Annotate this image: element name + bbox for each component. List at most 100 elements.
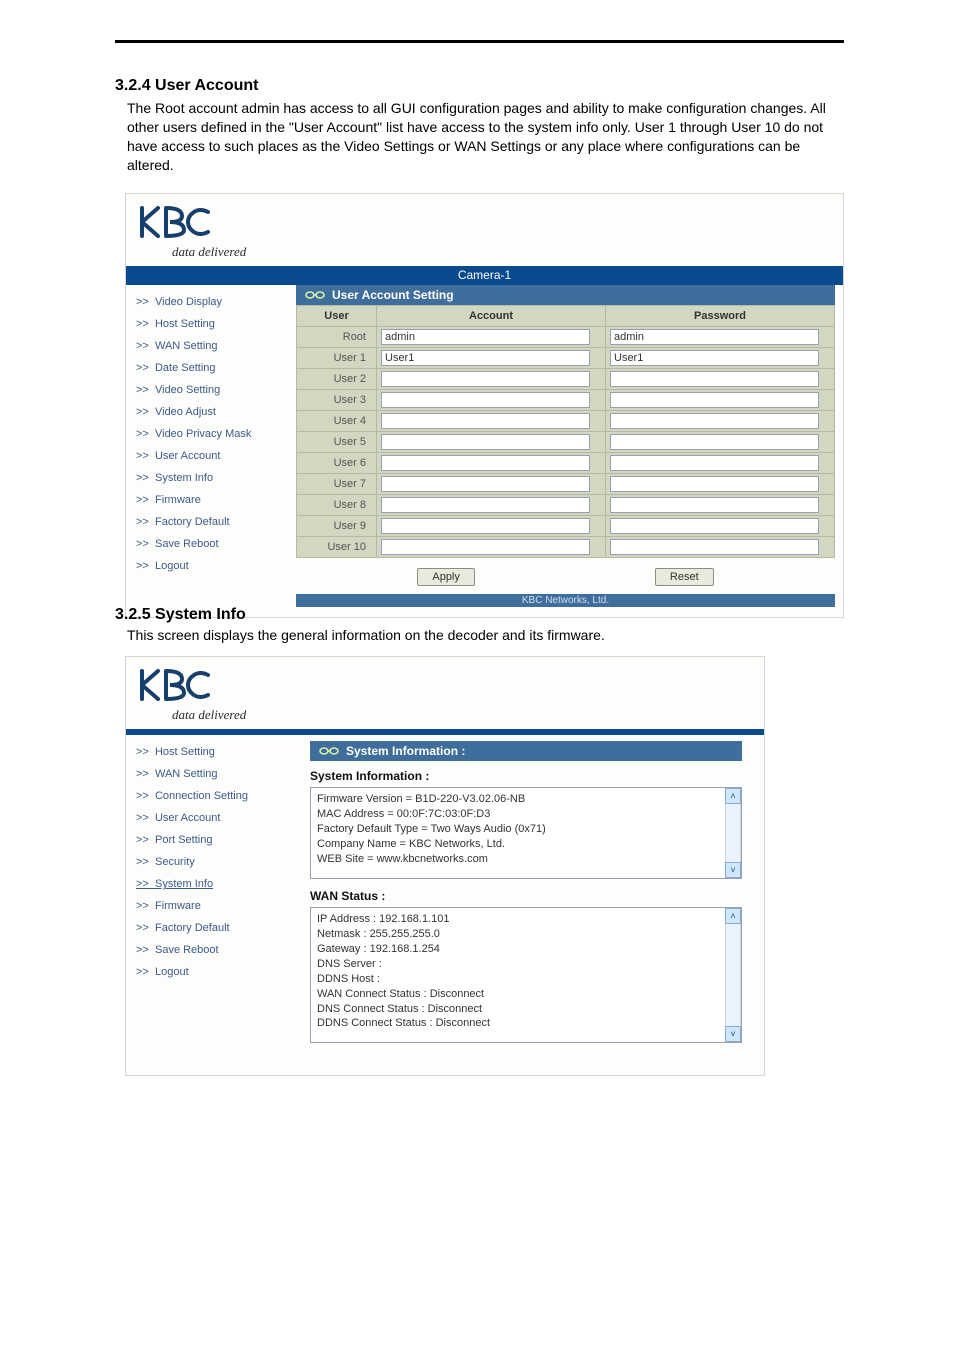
sidebar-item-factory-default[interactable]: >> Factory Default bbox=[126, 917, 296, 939]
brand-logo-area-2: data delivered bbox=[126, 657, 764, 729]
sidebar-item-user-account[interactable]: >> User Account bbox=[126, 807, 296, 829]
sysinfo-subhead: System Information : bbox=[310, 769, 742, 783]
account-cell bbox=[377, 536, 606, 557]
sidebar-item-label: Video Display bbox=[155, 296, 222, 308]
password-input[interactable] bbox=[610, 455, 819, 471]
scroll-up-icon[interactable]: ˄ bbox=[725, 908, 741, 924]
password-input[interactable] bbox=[610, 413, 819, 429]
scroll-track[interactable] bbox=[725, 804, 741, 862]
sidebar-item-label: Firmware bbox=[155, 494, 201, 506]
brand-tagline: data delivered bbox=[136, 705, 754, 729]
scroll-down-icon[interactable]: ˅ bbox=[725, 862, 741, 878]
sidebar-item-label: Video Adjust bbox=[155, 406, 216, 418]
sidebar-item-label: System Info bbox=[155, 878, 213, 890]
apply-button[interactable]: Apply bbox=[417, 568, 475, 586]
sidebar-item-save-reboot[interactable]: >> Save Reboot bbox=[126, 939, 296, 961]
sidebar-item-wan-setting[interactable]: >> WAN Setting bbox=[126, 763, 296, 785]
sidebar-item-firmware[interactable]: >> Firmware bbox=[126, 489, 296, 511]
scroll-up-icon[interactable]: ˄ bbox=[725, 788, 741, 804]
password-input[interactable] bbox=[610, 392, 819, 408]
table-row: User 7 bbox=[297, 473, 835, 494]
account-cell bbox=[377, 515, 606, 536]
info-line: MAC Address = 00:0F:7C:03:0F:D3 bbox=[317, 807, 721, 822]
sidebar-item-date-setting[interactable]: >> Date Setting bbox=[126, 357, 296, 379]
account-input[interactable] bbox=[381, 518, 590, 534]
sidebar-item-label: WAN Setting bbox=[155, 340, 218, 352]
password-input[interactable] bbox=[610, 518, 819, 534]
scroll-track[interactable] bbox=[725, 924, 741, 1026]
password-input[interactable] bbox=[610, 434, 819, 450]
user-cell: User 3 bbox=[297, 389, 377, 410]
user-cell: User 4 bbox=[297, 410, 377, 431]
account-input[interactable] bbox=[381, 350, 590, 366]
sidebar-item-label: User Account bbox=[155, 812, 220, 824]
password-input[interactable] bbox=[610, 371, 819, 387]
sidebar-item-logout[interactable]: >> Logout bbox=[126, 961, 296, 983]
account-input[interactable] bbox=[381, 455, 590, 471]
password-cell bbox=[606, 536, 835, 557]
table-row: User 9 bbox=[297, 515, 835, 536]
account-input[interactable] bbox=[381, 371, 590, 387]
sidebar-item-label: Video Setting bbox=[155, 384, 220, 396]
section-title: System Information : bbox=[346, 744, 465, 758]
sidebar-item-save-reboot[interactable]: >> Save Reboot bbox=[126, 533, 296, 555]
sidebar-item-system-info[interactable]: >> System Info bbox=[126, 467, 296, 489]
account-input[interactable] bbox=[381, 497, 590, 513]
sysinfo-lines: Firmware Version = B1D-220-V3.02.06-NBMA… bbox=[317, 792, 721, 866]
sidebar-item-port-setting[interactable]: >> Port Setting bbox=[126, 829, 296, 851]
password-input[interactable] bbox=[610, 497, 819, 513]
page-top-rule bbox=[115, 40, 844, 43]
password-input[interactable] bbox=[610, 350, 819, 366]
password-cell bbox=[606, 368, 835, 389]
sidebar-item-user-account[interactable]: >> User Account bbox=[126, 445, 296, 467]
user-cell: Root bbox=[297, 326, 377, 347]
account-input[interactable] bbox=[381, 392, 590, 408]
sidebar-item-wan-setting[interactable]: >> WAN Setting bbox=[126, 335, 296, 357]
info-line: Gateway : 192.168.1.254 bbox=[317, 942, 721, 957]
content-panel2: System Information : System Information … bbox=[296, 735, 764, 1075]
reset-button[interactable]: Reset bbox=[655, 568, 714, 586]
sidebar-item-label: Firmware bbox=[155, 900, 201, 912]
sidebar-item-host-setting[interactable]: >> Host Setting bbox=[126, 741, 296, 763]
password-input[interactable] bbox=[610, 539, 819, 555]
sidebar-item-label: Logout bbox=[155, 966, 189, 978]
account-input[interactable] bbox=[381, 539, 590, 555]
sidebar-item-label: Port Setting bbox=[155, 834, 212, 846]
sidebar-item-label: Host Setting bbox=[155, 318, 215, 330]
sidebar-item-video-adjust[interactable]: >> Video Adjust bbox=[126, 401, 296, 423]
info-line: DNS Connect Status : Disconnect bbox=[317, 1002, 721, 1017]
sidebar-item-host-setting[interactable]: >> Host Setting bbox=[126, 313, 296, 335]
account-cell bbox=[377, 389, 606, 410]
sidebar-item-logout[interactable]: >> Logout bbox=[126, 555, 296, 577]
footer-bar: KBC Networks, Ltd. bbox=[296, 594, 835, 607]
sidebar-item-firmware[interactable]: >> Firmware bbox=[126, 895, 296, 917]
chain-icon bbox=[318, 746, 340, 756]
sidebar-item-video-display[interactable]: >> Video Display bbox=[126, 291, 296, 313]
info-line: DNS Server : bbox=[317, 957, 721, 972]
account-cell bbox=[377, 431, 606, 452]
account-input[interactable] bbox=[381, 329, 590, 345]
sidebar-item-label: WAN Setting bbox=[155, 768, 218, 780]
sidebar-item-label: Date Setting bbox=[155, 362, 216, 374]
sidebar-item-security[interactable]: >> Security bbox=[126, 851, 296, 873]
account-input[interactable] bbox=[381, 434, 590, 450]
sidebar-item-connection-setting[interactable]: >> Connection Setting bbox=[126, 785, 296, 807]
account-cell bbox=[377, 473, 606, 494]
sidebar-item-label: Factory Default bbox=[155, 516, 230, 528]
user-cell: User 8 bbox=[297, 494, 377, 515]
sidebar-item-video-setting[interactable]: >> Video Setting bbox=[126, 379, 296, 401]
sidebar-item-video-privacy-mask[interactable]: >> Video Privacy Mask bbox=[126, 423, 296, 445]
table-row: User 8 bbox=[297, 494, 835, 515]
account-input[interactable] bbox=[381, 476, 590, 492]
account-input[interactable] bbox=[381, 413, 590, 429]
wan-lines: IP Address : 192.168.1.101Netmask : 255.… bbox=[317, 912, 721, 1031]
password-input[interactable] bbox=[610, 329, 819, 345]
scroll-down-icon[interactable]: ˅ bbox=[725, 1026, 741, 1042]
sidebar-panel1: >> Video Display >> Host Setting >> WAN … bbox=[126, 285, 296, 617]
sidebar-item-label: Logout bbox=[155, 560, 189, 572]
sidebar-item-factory-default[interactable]: >> Factory Default bbox=[126, 511, 296, 533]
password-input[interactable] bbox=[610, 476, 819, 492]
sidebar-item-system-info[interactable]: >> System Info bbox=[126, 873, 296, 895]
section-heading-user-account: 3.2.4 User Account bbox=[115, 77, 844, 95]
sidebar-panel2: >> Host Setting >> WAN Setting >> Connec… bbox=[126, 735, 296, 1075]
